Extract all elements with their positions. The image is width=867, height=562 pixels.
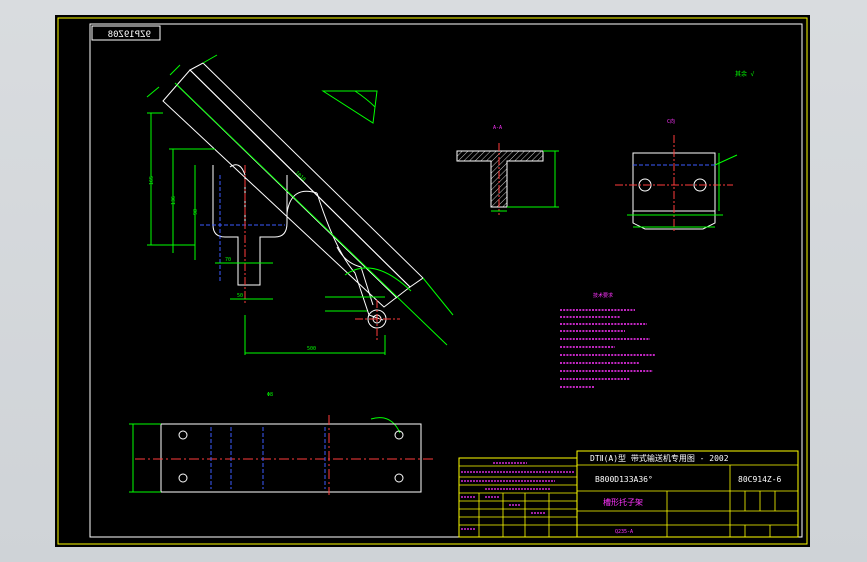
part-name: 槽形托子架: [603, 497, 643, 507]
drawing-number-box: 9ZP19Z08: [91, 25, 161, 41]
plan-view: [129, 415, 433, 495]
main-bracket-view: [162, 62, 424, 340]
part-code: B800D133A36°: [595, 475, 653, 484]
title-block-header: DTⅡ(A)型 带式输送机专用图 - 2002: [590, 453, 729, 463]
technical-requirements: 技术要求: [560, 292, 655, 388]
svg-text:165: 165: [149, 176, 155, 185]
revision-table: [458, 457, 578, 538]
section-label: A-A: [493, 125, 502, 131]
main-view-dimensions: [146, 54, 454, 434]
svg-text:70: 70: [225, 257, 231, 263]
svg-text:1018: 1018: [294, 170, 307, 183]
svg-text:Φ8: Φ8: [267, 392, 273, 398]
end-view-c: C向: [615, 118, 738, 233]
drawing-code: 80C914Z-6: [738, 475, 782, 484]
end-view-label: C向: [667, 118, 675, 125]
material: Q235-A: [615, 529, 633, 535]
drawing-number-mirrored: 9ZP19Z08: [108, 30, 151, 40]
drawing-svg: 9ZP19Z08 165 136 98 70 50 500 1018 Φ8 A-…: [57, 17, 808, 545]
svg-text:500: 500: [307, 346, 316, 352]
drawing-canvas[interactable]: 9ZP19Z08 165 136 98 70 50 500 1018 Φ8 A-…: [55, 15, 810, 547]
svg-text:50: 50: [237, 293, 243, 299]
dimension-text-marks: 165 136 98 70 50 500 1018 Φ8: [149, 170, 316, 398]
title-block: DTⅡ(A)型 带式输送机专用图 - 2002 B800D133A36° 80C…: [576, 450, 799, 538]
roughness-mark: 其余 √: [735, 70, 755, 78]
section-a-a: A-A: [456, 125, 559, 215]
cad-viewport[interactable]: 9ZP19Z08 165 136 98 70 50 500 1018 Φ8 A-…: [0, 0, 867, 562]
svg-text:136: 136: [171, 196, 177, 205]
tech-req-title: 技术要求: [593, 292, 613, 299]
svg-text:98: 98: [193, 209, 199, 215]
